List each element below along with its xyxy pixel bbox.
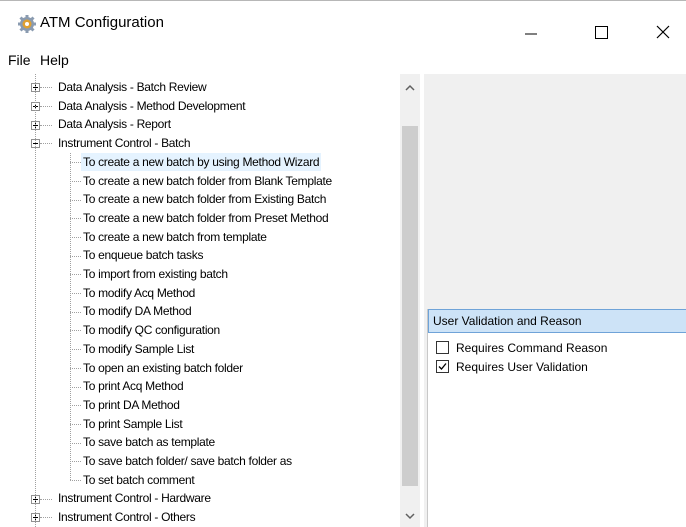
tree-connector — [70, 443, 81, 444]
tree-item-label: Data Analysis - Method Development — [58, 99, 246, 113]
tree-item-label: To modify Acq Method — [83, 286, 196, 300]
user-validation-label: Requires User Validation — [456, 360, 588, 374]
menu-help[interactable]: Help — [40, 52, 69, 68]
tree-group[interactable]: Data Analysis - Batch Review — [56, 78, 208, 96]
permissions-tree[interactable]: Data Analysis - Batch Review Data Analysi… — [0, 74, 424, 527]
tree-group[interactable]: Instrument Control - Others — [56, 508, 197, 526]
tree-connector — [70, 293, 81, 294]
tree-item-label: To set batch comment — [83, 473, 195, 487]
tree-connector — [40, 143, 52, 144]
tree-item[interactable]: To create a new batch folder from Blank … — [81, 172, 334, 190]
close-button[interactable] — [640, 1, 686, 47]
tree-item-label: To enqueue batch tasks — [83, 248, 204, 262]
tree-item[interactable]: To create a new batch from template — [81, 228, 269, 246]
tree-connector — [70, 274, 81, 275]
minimize-icon — [525, 33, 537, 35]
tree-item-label: To create a new batch by using Method Wi… — [83, 155, 320, 169]
tree-group[interactable]: Data Analysis - Method Development — [56, 97, 247, 115]
tree-item[interactable]: To modify DA Method — [81, 302, 193, 320]
command-reason-checkbox[interactable] — [436, 341, 449, 354]
tree-connector — [40, 499, 52, 500]
tree-item-label: To create a new batch folder from Existi… — [83, 192, 327, 206]
tree-connector — [70, 405, 81, 406]
tree-item[interactable]: To save batch as template — [81, 433, 217, 451]
tree-item[interactable]: To modify QC configuration — [81, 321, 222, 339]
tree-item-label: To create a new batch folder from Preset… — [83, 211, 329, 225]
tree-item[interactable]: To print DA Method — [81, 396, 182, 414]
maximize-button[interactable] — [575, 1, 621, 47]
tree-connector — [70, 349, 81, 350]
tree-item[interactable]: To set batch comment — [81, 471, 196, 489]
command-reason-label: Requires Command Reason — [456, 341, 608, 355]
validation-panel: User Validation and Reason Requires Comm… — [427, 309, 686, 527]
tree-item[interactable]: To modify Sample List — [81, 340, 196, 358]
tree-item[interactable]: To print Sample List — [81, 415, 184, 433]
tree-item[interactable]: To modify Acq Method — [81, 284, 197, 302]
tree-connector — [70, 312, 81, 313]
tree-item-label: To modify QC configuration — [83, 323, 220, 337]
tree-item-label: To create a new batch from template — [83, 230, 267, 244]
tree-item-label: To save batch folder/ save batch folder … — [83, 454, 292, 468]
tree-item-label: To import from existing batch — [83, 267, 228, 281]
tree-item[interactable]: To create a new batch folder from Preset… — [81, 209, 330, 227]
scroll-thumb[interactable] — [402, 126, 418, 486]
tree-connector — [70, 424, 81, 425]
tree-item-label: To save batch as template — [83, 435, 215, 449]
tree-child-connector — [70, 153, 71, 480]
tree-connector — [40, 87, 52, 88]
tree-root-connector — [35, 74, 36, 527]
tree-connector — [70, 461, 81, 462]
scroll-up-icon[interactable] — [404, 82, 416, 94]
tree-connector — [70, 256, 81, 257]
tree-item-label: To print DA Method — [83, 398, 180, 412]
tree-connector — [70, 181, 81, 182]
tree-group[interactable]: Instrument Control - Hardware — [56, 489, 213, 507]
tree-connector — [40, 125, 52, 126]
tree-item[interactable]: To open an existing batch folder — [81, 359, 245, 377]
scroll-down-icon[interactable] — [404, 510, 416, 522]
tree-connector — [70, 368, 81, 369]
tree-item-label: Data Analysis - Report — [58, 117, 171, 131]
maximize-icon — [595, 26, 608, 39]
tree-item-label: Instrument Control - Batch — [58, 136, 191, 150]
title-bar[interactable]: ATM Configuration — [0, 0, 686, 46]
checkmark-icon — [438, 363, 447, 370]
tree-item-label: To modify DA Method — [83, 304, 192, 318]
tree-group[interactable]: Instrument Control - Batch — [56, 134, 192, 152]
tree-connector — [70, 218, 81, 219]
tree-item[interactable]: To print Acq Method — [81, 377, 185, 395]
tree-item[interactable]: To enqueue batch tasks — [81, 246, 205, 264]
tree-scrollbar[interactable] — [400, 74, 420, 527]
tree-item[interactable]: To create a new batch by using Method Wi… — [81, 153, 322, 171]
menu-file[interactable]: File — [8, 52, 31, 68]
tree-connector — [70, 237, 81, 238]
tree-item-label: To print Sample List — [83, 417, 183, 431]
tree-connector — [70, 200, 81, 201]
tree-connector — [70, 162, 81, 163]
tree-item-label: Instrument Control - Hardware — [58, 491, 211, 505]
close-icon — [656, 25, 670, 39]
user-validation-checkbox[interactable] — [436, 360, 449, 373]
tree-item-label: To create a new batch folder from Blank … — [83, 174, 332, 188]
tree-item-label: Data Analysis - Batch Review — [58, 80, 207, 94]
tree-item-label: To open an existing batch folder — [83, 361, 243, 375]
tree-connector — [70, 387, 81, 388]
tree-item-label: To modify Sample List — [83, 342, 195, 356]
tree-group[interactable]: Data Analysis - Report — [56, 115, 173, 133]
window-title: ATM Configuration — [40, 14, 164, 31]
tree-connector — [70, 330, 81, 331]
validation-header: User Validation and Reason — [428, 309, 686, 333]
tree-connector — [40, 517, 52, 518]
tree-item[interactable]: To create a new batch folder from Existi… — [81, 190, 328, 208]
minimize-button[interactable] — [508, 1, 554, 47]
tree-item-label: To print Acq Method — [83, 379, 184, 393]
tree-item[interactable]: To import from existing batch — [81, 265, 230, 283]
gear-icon — [18, 15, 36, 33]
tree-connector — [70, 480, 81, 481]
tree-item[interactable]: To save batch folder/ save batch folder … — [81, 452, 294, 470]
tree-item-label: Instrument Control - Others — [58, 510, 196, 524]
menu-bar: File Help — [0, 46, 686, 74]
tree-connector — [40, 106, 52, 107]
